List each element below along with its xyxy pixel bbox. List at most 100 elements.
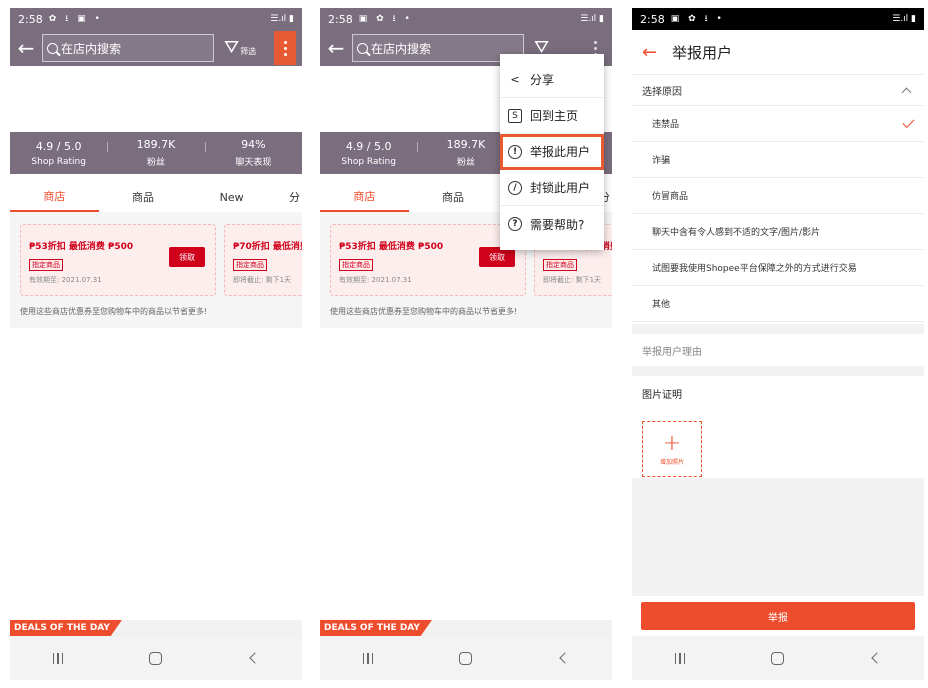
status-bar: 2:58 ▣ ✿ ⭳ • ☰.ıl ▮ xyxy=(632,8,924,30)
voucher-tag: 指定商品 xyxy=(29,259,63,271)
voucher-tag: 指定商品 xyxy=(233,259,267,271)
android-nav-bar xyxy=(632,636,924,680)
status-time: 2:58 xyxy=(18,12,43,26)
search-icon xyxy=(47,42,58,54)
deals-badge[interactable]: DEALS OF THE DAY xyxy=(10,620,122,636)
tab-shop[interactable]: 商店 xyxy=(320,182,409,212)
filter-icon: ⛛ xyxy=(224,37,240,58)
reason-option-offensive-content[interactable]: 聊天中含有令人感到不适的文字/图片/影片 xyxy=(632,214,924,250)
reason-option-counterfeit[interactable]: 仿冒商品 xyxy=(632,178,924,214)
add-photo-label: 增加照片 xyxy=(659,458,684,466)
report-reason-input[interactable]: 举报用户理由 xyxy=(632,334,924,366)
menu-item-block-user[interactable]: / 封锁此用户 xyxy=(500,170,604,206)
shop-top-bar: ← 在店内搜索 ⛛ 筛选 xyxy=(10,30,302,66)
filter-label: 筛选 xyxy=(240,47,257,56)
signal-battery-icon: ☰.ıl ▮ xyxy=(580,14,604,24)
reason-dropdown-header[interactable]: 选择原因 xyxy=(632,74,924,106)
shop-search-input[interactable]: 在店内搜索 xyxy=(42,34,214,62)
tab-categories[interactable]: 分 xyxy=(276,182,302,212)
menu-item-home[interactable]: S 回到主页 xyxy=(500,98,604,134)
check-icon xyxy=(902,115,915,129)
stat-label: Shop Rating xyxy=(31,156,86,167)
submit-report-button[interactable]: 举报 xyxy=(641,602,915,630)
empty-area xyxy=(632,478,924,596)
menu-item-help[interactable]: ? 需要帮助? xyxy=(500,206,604,242)
deals-of-the-day: DEALS OF THE DAY xyxy=(320,612,612,636)
stat-value: 189.7K xyxy=(446,138,486,151)
stat-chat-performance: 94% 聊天表现 xyxy=(204,132,302,174)
reason-option-other[interactable]: 其他 xyxy=(632,286,924,322)
share-icon: < xyxy=(510,73,520,86)
signal-battery-icon: ☰.ıl ▮ xyxy=(270,14,294,24)
report-reason-placeholder: 举报用户理由 xyxy=(642,346,702,358)
tab-new[interactable]: New xyxy=(187,182,276,212)
deals-of-the-day: DEALS OF THE DAY xyxy=(10,612,302,636)
reason-option-off-platform[interactable]: 试图要我使用Shopee平台保障之外的方式进行交易 xyxy=(632,250,924,286)
menu-item-label: 分享 xyxy=(530,73,555,87)
recent-apps-icon[interactable] xyxy=(362,652,374,664)
reason-option-prohibited[interactable]: 违禁品 xyxy=(632,106,924,142)
report-user-screen: 2:58 ▣ ✿ ⭳ • ☰.ıl ▮ ← 举报用户 选择原因 违禁品 诈骗 仿… xyxy=(632,8,924,680)
voucher-note: 使用这些商店优惠券至您购物车中的商品以节省更多! xyxy=(330,307,518,316)
help-icon: ? xyxy=(508,217,522,231)
photo-evidence-label: 图片证明 xyxy=(642,389,682,401)
claim-voucher-button[interactable]: 领取 xyxy=(169,247,205,267)
nav-back-icon[interactable] xyxy=(249,652,261,664)
tab-products[interactable]: 商品 xyxy=(99,182,188,212)
report-header: ← 举报用户 xyxy=(632,30,924,74)
reason-label: 其他 xyxy=(652,300,671,310)
back-arrow-icon[interactable]: ← xyxy=(320,30,352,66)
menu-item-report-user[interactable]: ! 举报此用户 xyxy=(500,134,604,170)
menu-item-share[interactable]: < 分享 xyxy=(500,62,604,98)
more-vertical-icon xyxy=(283,40,287,56)
add-photo-button[interactable]: + 增加照片 xyxy=(642,421,702,477)
claim-voucher-button[interactable]: 领取 xyxy=(479,247,515,267)
shop-stats: 4.9 / 5.0 Shop Rating 189.7K 粉丝 94% 聊天表现 xyxy=(10,132,302,174)
shop-bag-icon: S xyxy=(508,108,522,123)
overflow-menu: < 分享 S 回到主页 ! 举报此用户 / 封锁此用户 ? 需要帮助? xyxy=(500,54,604,250)
more-options-button[interactable] xyxy=(274,31,296,65)
page-title: 举报用户 xyxy=(672,43,733,62)
shop-search-input[interactable]: 在店内搜索 xyxy=(352,34,524,62)
nav-back-icon[interactable] xyxy=(871,652,883,664)
stat-value: 94% xyxy=(241,138,266,151)
nav-back-icon[interactable] xyxy=(559,652,571,664)
stat-label: Shop Rating xyxy=(341,156,396,167)
recent-apps-icon[interactable] xyxy=(52,652,64,664)
voucher-tag: 指定商品 xyxy=(339,259,373,271)
filter-button[interactable]: ⛛ 筛选 xyxy=(224,39,256,57)
reason-label: 违禁品 xyxy=(652,120,680,130)
search-placeholder: 在店内搜索 xyxy=(371,41,432,56)
status-bar: 2:58 ▣ ✿ ⭳ • ☰.ıl ▮ xyxy=(320,8,612,30)
home-icon[interactable] xyxy=(458,651,472,665)
home-icon[interactable] xyxy=(148,651,162,665)
voucher-date: 即将截止: 剩下1天 xyxy=(543,276,602,284)
stat-rating: 4.9 / 5.0 Shop Rating xyxy=(10,132,107,174)
status-bar: 2:58 ✿ ⭳ ▣ • ☰.ıl ▮ xyxy=(10,8,302,30)
stat-followers: 189.7K 粉丝 xyxy=(107,132,204,174)
android-nav-bar xyxy=(10,636,302,680)
voucher-tag: 指定商品 xyxy=(543,259,577,271)
voucher-card: ₱53折扣 最低消费 ₱500 指定商品 有效期至: 2021.07.31 领取 xyxy=(20,224,216,296)
tab-shop[interactable]: 商店 xyxy=(10,182,99,212)
voucher-note: 使用这些商店优惠券至您购物车中的商品以节省更多! xyxy=(20,307,208,316)
back-arrow-icon[interactable]: ← xyxy=(642,42,666,63)
voucher-date: 即将截止: 剩下1天 xyxy=(233,276,292,284)
shop-screen: 2:58 ✿ ⭳ ▣ • ☰.ıl ▮ ← 在店内搜索 ⛛ 筛选 4.9 / 5… xyxy=(10,8,302,680)
menu-item-label: 回到主页 xyxy=(530,109,579,123)
home-icon[interactable] xyxy=(770,651,784,665)
deals-badge[interactable]: DEALS OF THE DAY xyxy=(320,620,432,636)
stat-label: 聊天表现 xyxy=(235,158,272,168)
photo-evidence-heading: 图片证明 xyxy=(632,378,924,408)
reason-label: 聊天中含有令人感到不适的文字/图片/影片 xyxy=(652,228,821,238)
reason-option-scam[interactable]: 诈骗 xyxy=(632,142,924,178)
recent-apps-icon[interactable] xyxy=(674,652,686,664)
back-arrow-icon[interactable]: ← xyxy=(10,30,42,66)
plus-icon: + xyxy=(662,430,682,456)
reason-header-label: 选择原因 xyxy=(642,86,682,98)
tab-products[interactable]: 商品 xyxy=(409,182,498,212)
voucher-card: ₱70折扣 最低消费 指定商品 即将截止: 剩下1天 xyxy=(224,224,302,296)
status-notification-icons: ▣ ✿ ⭳ • xyxy=(670,14,725,24)
block-icon: / xyxy=(508,180,522,195)
stat-label: 粉丝 xyxy=(456,158,475,168)
